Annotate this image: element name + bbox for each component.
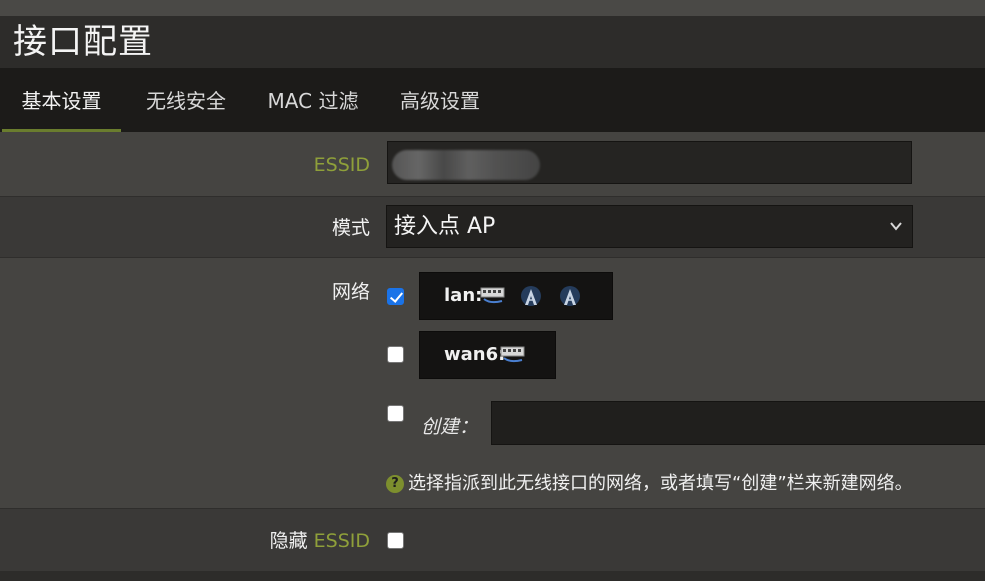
tab-mac-filter[interactable]: MAC 过滤: [256, 68, 370, 132]
essid-label-text: ESSID: [313, 154, 370, 176]
tab-advanced-settings[interactable]: 高级设置: [384, 68, 496, 132]
network-help-text: 选择指派到此无线接口的网络，或者填写“创建”栏来新建网络。: [408, 473, 913, 494]
wireless-icon: [521, 286, 541, 306]
network-label: 网络: [331, 281, 370, 303]
wired-network-icon: [480, 287, 505, 304]
hide-essid-label-prefix: 隐藏: [269, 530, 308, 552]
chevron-down-icon: [889, 206, 903, 262]
network-wan6-name: wan6:: [444, 344, 506, 365]
network-wan6-badge[interactable]: wan6:: [419, 331, 556, 379]
network-wan6-checkbox[interactable]: [387, 346, 404, 363]
essid-obscured-value: [392, 150, 540, 180]
tab-bar: 基本设置 无线安全 MAC 过滤 高级设置: [0, 68, 985, 132]
hide-essid-label-accent: ESSID: [313, 530, 370, 552]
mode-label: 模式: [331, 217, 370, 239]
mode-selected-value: 接入点 AP: [394, 214, 496, 239]
essid-label: ESSID: [0, 153, 370, 177]
wired-network-icon: [500, 346, 525, 363]
bottom-strip: [0, 571, 985, 581]
network-create-input[interactable]: [491, 401, 985, 445]
interface-config-page: 接口配置 基本设置 无线安全 MAC 过滤 高级设置 ESSID 模式 接入点 …: [0, 0, 985, 581]
top-strip: [0, 0, 985, 16]
network-create-label: 创建：: [421, 416, 479, 438]
hide-essid-checkbox[interactable]: [387, 532, 404, 549]
help-icon: ?: [386, 475, 404, 493]
network-lan-checkbox[interactable]: [387, 288, 404, 305]
network-lan-badge[interactable]: lan:: [419, 272, 613, 320]
hide-essid-label: 隐藏 ESSID: [0, 529, 370, 553]
tab-basic-settings[interactable]: 基本设置: [2, 68, 121, 132]
tab-wireless-security[interactable]: 无线安全: [128, 68, 244, 132]
network-lan-name: lan:: [444, 285, 483, 306]
mode-select[interactable]: 接入点 AP: [386, 205, 913, 248]
network-create-checkbox[interactable]: [387, 405, 404, 422]
page-title: 接口配置: [13, 22, 153, 62]
wireless-icon: [560, 286, 580, 306]
